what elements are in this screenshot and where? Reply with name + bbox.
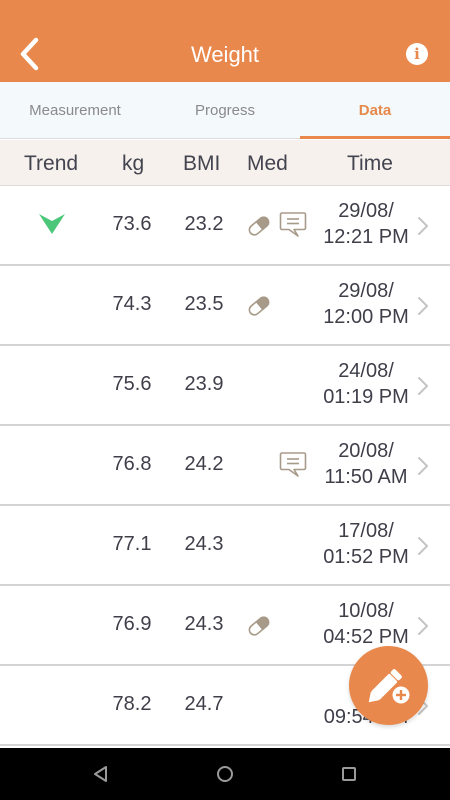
bmi-value: 24.3: [184, 613, 224, 635]
table-header: Trend kg BMI Med Time: [0, 140, 450, 186]
bmi-value: 23.2: [184, 213, 224, 235]
tab-measurement[interactable]: Measurement: [0, 82, 150, 139]
date-text: 29/08/: [338, 200, 394, 222]
table-row[interactable]: 74.3 23.5 29/08/12:00 PM: [0, 266, 450, 346]
time-text: 11:50 AM: [324, 466, 408, 488]
nav-home-button[interactable]: [213, 762, 237, 786]
timestamp: 29/08/12:21 PM: [310, 198, 422, 250]
weight-value: 78.2: [112, 693, 152, 715]
nav-back-button[interactable]: [89, 762, 113, 786]
weight-value: 75.6: [112, 373, 152, 395]
note-comment-icon: [279, 452, 307, 477]
bmi-value: 23.5: [184, 293, 224, 315]
time-text: 12:00 PM: [323, 306, 409, 328]
date-text: 29/08/: [338, 280, 394, 302]
timestamp: 20/08/11:50 AM: [310, 438, 422, 490]
weight-value: 76.8: [112, 453, 152, 475]
timestamp: 17/08/01:52 PM: [310, 518, 422, 570]
home-circle-icon: [217, 766, 233, 782]
add-entry-pencil-icon: [368, 669, 411, 705]
timestamp: 24/08/01:19 PM: [310, 358, 422, 410]
bmi-value: 23.9: [184, 373, 224, 395]
page-title: Weight: [190, 42, 260, 67]
chevron-right-icon: [418, 537, 428, 555]
recents-square-icon: [342, 767, 356, 781]
nav-recents-button[interactable]: [337, 762, 361, 786]
medication-pill-icon: [248, 296, 270, 316]
date-text: 17/08/: [338, 520, 394, 542]
chevron-left-icon: [20, 37, 39, 71]
back-triangle-icon: [94, 766, 107, 782]
chevron-right-icon: [418, 457, 428, 475]
back-button[interactable]: [10, 32, 50, 76]
medication-pill-icon: [248, 616, 270, 636]
date-text: 10/08/: [338, 600, 394, 622]
column-header-kg: kg: [122, 152, 145, 175]
bmi-value: 24.3: [184, 533, 224, 555]
table-row[interactable]: 75.6 23.9 24/08/01:19 PM: [0, 346, 450, 426]
time-text: 12:21 PM: [323, 226, 409, 248]
info-icon[interactable]: i: [406, 43, 428, 65]
system-nav-bar: [0, 748, 450, 800]
table-row[interactable]: 76.8 24.2 20/08/11:50 AM: [0, 426, 450, 506]
time-text: 01:52 PM: [323, 546, 409, 568]
column-header-trend: Trend: [24, 152, 79, 175]
column-header-med: Med: [247, 152, 288, 175]
time-text: 01:19 PM: [323, 386, 409, 408]
trend-down-arrow-icon: [39, 214, 65, 234]
tab-bar: Measurement Progress Data: [0, 82, 450, 139]
weight-value: 74.3: [112, 293, 152, 315]
app-bar: Weight i: [0, 0, 450, 82]
column-header-bmi: BMI: [183, 152, 221, 175]
table-row[interactable]: 77.1 24.3 17/08/01:52 PM: [0, 506, 450, 586]
note-comment-icon: [279, 212, 307, 237]
chevron-right-icon: [418, 217, 428, 235]
tab-data[interactable]: Data: [300, 82, 450, 139]
weight-value: 73.6: [112, 213, 152, 235]
date-text: 20/08/: [338, 440, 394, 462]
date-text: 24/08/: [338, 360, 394, 382]
chevron-right-icon: [418, 617, 428, 635]
bmi-value: 24.2: [184, 453, 224, 475]
chevron-right-icon: [418, 297, 428, 315]
table-row[interactable]: 73.6 23.2 29/08/12:21 PM: [0, 186, 450, 266]
weight-value: 77.1: [112, 533, 152, 555]
add-entry-button[interactable]: [349, 646, 428, 725]
active-tab-indicator: [300, 136, 450, 139]
tab-progress[interactable]: Progress: [150, 82, 300, 139]
bmi-value: 24.7: [184, 693, 224, 715]
column-header-time: Time: [347, 152, 393, 175]
chevron-right-icon: [418, 377, 428, 395]
medication-pill-icon: [248, 216, 270, 236]
timestamp: 10/08/04:52 PM: [310, 598, 422, 650]
timestamp: 29/08/12:00 PM: [310, 278, 422, 330]
weight-value: 76.9: [112, 613, 152, 635]
